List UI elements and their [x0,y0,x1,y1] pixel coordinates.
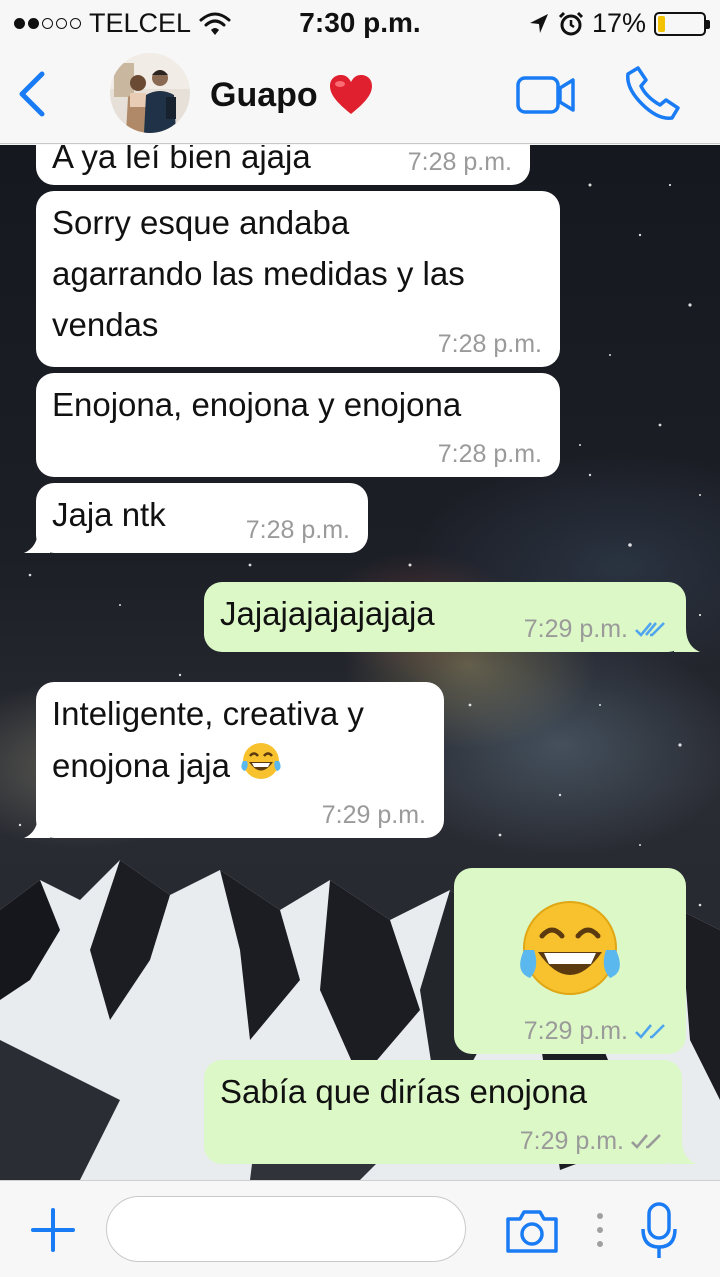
message-bubble-incoming[interactable]: Jaja ntk 7:28 p.m. [24,483,368,553]
back-chevron-icon[interactable] [14,70,50,118]
message-time: 7:29 p.m. [524,1016,668,1046]
message-bubble-incoming[interactable]: A ya leí bien ajaja 7:28 p.m. [36,145,530,185]
message-time: 7:28 p.m. [437,330,542,358]
read-ticks-icon [635,622,665,637]
message-time: 7:29 p.m. [524,614,668,644]
message-time: 7:29 p.m. [321,801,426,829]
message-input[interactable] [106,1196,466,1262]
delivered-ticks-icon [631,1134,661,1149]
chat-header: Guapo [0,46,720,144]
bubble-tail [674,628,700,652]
read-ticks-icon [635,1024,665,1039]
chat-area[interactable]: A ya leí bien ajaja 7:28 p.m. Sorry esqu… [0,145,720,1180]
bubble-tail [670,1140,696,1164]
alarm-icon [558,11,584,35]
message-bubble-outgoing[interactable]: 7:29 p.m. [454,868,686,1054]
tears-of-joy-emoji-icon [241,743,281,779]
contact-name[interactable]: Guapo [210,74,374,116]
message-text: Sabía que dirías enojona [220,1073,587,1110]
message-time: 7:28 p.m. [245,516,350,544]
phone-icon[interactable] [624,64,682,122]
battery-percent: 17% [591,8,646,38]
message-text: Jajajajajajajaja [220,595,435,632]
avatar[interactable] [110,53,190,133]
message-text: Jaja ntk [52,496,166,533]
message-bubble-incoming[interactable]: Enojona, enojona y enojona 7:28 p.m. [36,373,560,477]
camera-icon[interactable] [504,1207,560,1255]
message-text: Inteligente, creativa y enojona jaja [52,695,364,784]
message-bubble-outgoing[interactable]: Sabía que dirías enojona 7:29 p.m. [204,1060,696,1164]
composer-bar [0,1180,720,1277]
status-right: 17% [528,8,710,39]
message-bubble-outgoing[interactable]: Jajajajajajajaja 7:29 p.m. [204,582,700,652]
status-bar: TELCEL 7:30 p.m. 17% [0,0,720,46]
video-call-icon[interactable] [516,74,576,116]
bubble-tail [24,814,50,838]
contact-name-label: Guapo [210,75,318,114]
message-bubble-incoming[interactable]: Inteligente, creativa y enojona jaja 7:2… [24,682,444,838]
heart-icon [329,75,372,114]
message-text: A ya leí bien ajaja [52,145,311,175]
tears-of-joy-emoji-icon [520,901,620,995]
bubble-tail [24,529,50,553]
location-arrow-icon [529,13,548,33]
message-time: 7:29 p.m. [520,1126,664,1156]
message-time: 7:28 p.m. [437,440,542,468]
message-text: Sorry esque andaba agarrando las medidas… [52,204,465,343]
battery-icon [654,11,710,36]
plus-icon[interactable] [30,1207,76,1253]
message-text: Enojona, enojona y enojona [52,386,462,423]
message-bubble-incoming[interactable]: Sorry esque andaba agarrando las medidas… [36,191,560,367]
message-time: 7:28 p.m. [407,148,512,176]
microphone-icon[interactable] [640,1201,678,1261]
more-icon[interactable] [594,1211,606,1249]
